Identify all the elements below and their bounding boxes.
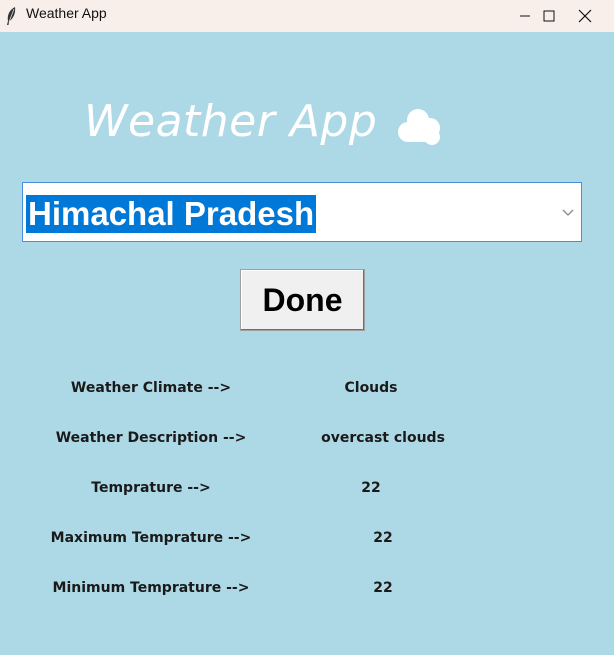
weather-climate-label: Weather Climate --> [70, 380, 232, 396]
window-title: Weather App [26, 5, 107, 21]
close-icon [578, 9, 592, 23]
temperature-value: 22 [361, 480, 381, 496]
chevron-down-icon[interactable] [561, 207, 575, 217]
temperature-label: Temprature --> [91, 480, 211, 496]
maximize-icon [543, 10, 555, 22]
min-temperature-label: Minimum Temprature --> [52, 580, 250, 596]
close-button[interactable] [562, 0, 608, 32]
feather-icon [7, 7, 16, 25]
done-button[interactable]: Done [240, 269, 365, 331]
state-selected-value[interactable]: Himachal Pradesh [26, 195, 317, 233]
state-combobox[interactable]: Himachal Pradesh [22, 182, 582, 242]
window-titlebar: Weather App [0, 0, 614, 32]
cloud-icon [398, 109, 440, 145]
weather-description-value: overcast clouds [321, 430, 445, 446]
app-heading: Weather App [84, 96, 378, 147]
min-temperature-value: 22 [373, 580, 393, 596]
max-temperature-value: 22 [373, 530, 393, 546]
max-temperature-label: Maximum Temprature --> [50, 530, 252, 546]
weather-description-label: Weather Description --> [55, 430, 247, 446]
weather-climate-value: Clouds [344, 380, 398, 396]
